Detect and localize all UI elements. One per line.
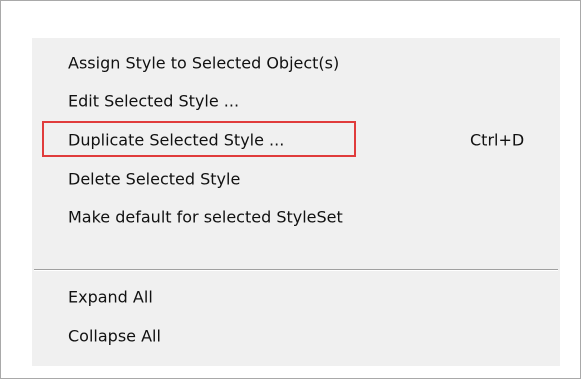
menu-item-make-default[interactable]: Make default for selected StyleSet — [32, 198, 560, 236]
context-menu: Assign Style to Selected Object(s) Edit … — [32, 38, 560, 366]
menu-item-label: Make default for selected StyleSet — [68, 207, 343, 227]
menu-item-label: Duplicate Selected Style ... — [68, 130, 285, 150]
menu-item-assign-style[interactable]: Assign Style to Selected Object(s) — [32, 44, 560, 82]
menu-item-duplicate-style[interactable]: Duplicate Selected Style ... Ctrl+D — [32, 121, 560, 159]
screenshot-frame: Assign Style to Selected Object(s) Edit … — [0, 0, 581, 379]
menu-item-label: Edit Selected Style ... — [68, 91, 240, 111]
menu-item-label: Collapse All — [68, 326, 161, 346]
menu-item-edit-style[interactable]: Edit Selected Style ... — [32, 82, 560, 120]
menu-item-label: Assign Style to Selected Object(s) — [68, 53, 340, 73]
menu-separator — [34, 269, 558, 271]
menu-item-label: Expand All — [68, 287, 153, 307]
menu-item-collapse-all[interactable]: Collapse All — [32, 317, 560, 355]
menu-item-label: Delete Selected Style — [68, 169, 241, 189]
menu-item-delete-style[interactable]: Delete Selected Style — [32, 160, 560, 198]
menu-item-expand-all[interactable]: Expand All — [32, 278, 560, 316]
menu-item-shortcut: Ctrl+D — [470, 130, 525, 150]
